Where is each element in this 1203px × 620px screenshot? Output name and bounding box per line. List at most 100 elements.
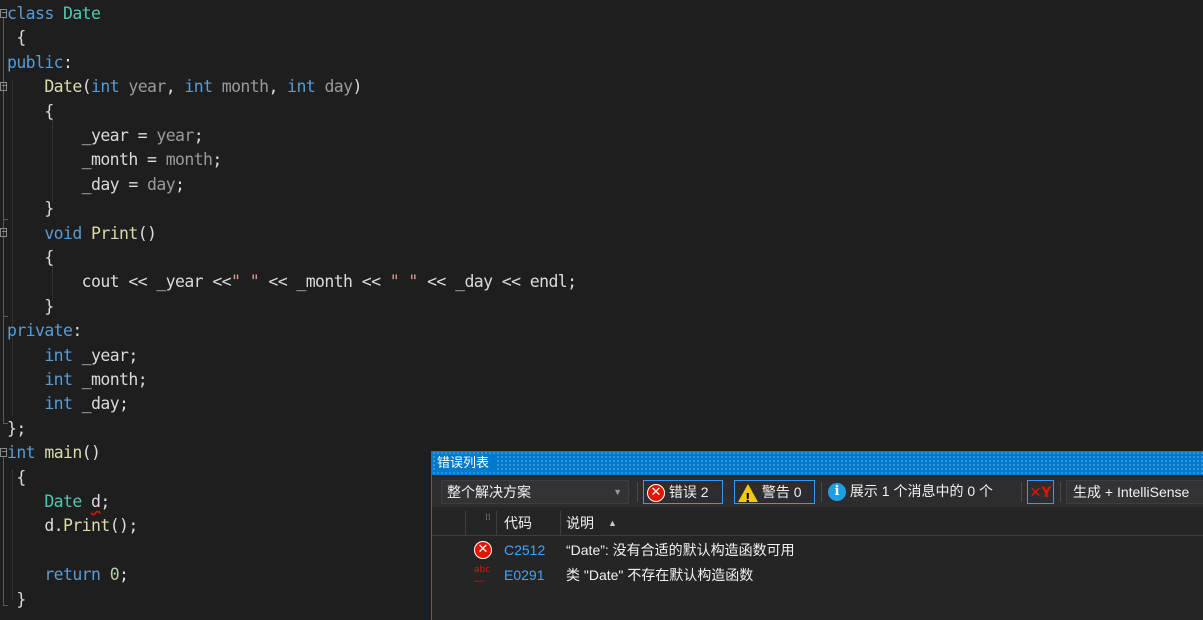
code-line[interactable]: }; — [7, 417, 26, 441]
code-token: () — [81, 443, 101, 463]
intellisense-icon: abc ﹏ — [474, 565, 491, 584]
code-token: ; — [128, 345, 138, 365]
code-token: year — [128, 77, 166, 97]
code-token: int — [44, 370, 73, 389]
code-line[interactable]: _year = year; — [7, 124, 204, 148]
code-line[interactable]: { — [7, 26, 26, 50]
code-line[interactable]: Date d; — [7, 490, 110, 514]
error-list-row[interactable]: ✕ C2512 “Date”: 没有合适的默认构造函数可用 — [432, 538, 1203, 562]
column-header-description[interactable]: 说明 — [566, 511, 594, 535]
fold-toggle-icon[interactable]: − — [0, 228, 8, 237]
code-line[interactable]: int _year; — [7, 344, 138, 368]
code-token: { — [7, 28, 26, 48]
warnings-filter-label: 警告 0 — [761, 484, 802, 500]
column-separator — [465, 511, 466, 535]
code-token: , — [268, 77, 288, 97]
fold-toggle-icon[interactable]: − — [0, 9, 8, 18]
code-token: int — [44, 345, 73, 365]
toolbar-separator — [1060, 482, 1061, 502]
code-token: ; — [119, 565, 129, 585]
code-token: { — [7, 248, 54, 267]
code-line[interactable]: _month = month; — [7, 148, 223, 172]
toolbar-separator — [821, 482, 822, 502]
code-token: << — [203, 272, 232, 292]
error-list-row[interactable]: abc ﹏ E0291 类 "Date" 不存在默认构造函数 — [432, 563, 1203, 587]
errors-filter-label: 错误 2 — [668, 484, 709, 500]
code-line[interactable]: { — [7, 100, 54, 124]
scope-dropdown[interactable]: 整个解决方案 ▼ — [441, 480, 629, 504]
code-token: 0 — [109, 565, 120, 585]
code-line[interactable]: { — [7, 466, 26, 490]
code-token: _month — [296, 272, 353, 292]
error-icon: ✕ — [474, 541, 492, 559]
code-token: _day — [455, 272, 493, 292]
error-code-link[interactable]: E0291 — [504, 563, 544, 587]
code-token: class — [7, 4, 54, 23]
code-line[interactable]: _day = day; — [7, 173, 185, 197]
error-list-toolbar: 整个解决方案 ▼ ✕ 错误 2 ! 警告 0 i 展示 1 个消息中的 0 个 … — [432, 477, 1203, 507]
fold-toggle-icon[interactable]: − — [0, 448, 8, 457]
column-separator — [496, 511, 497, 535]
error-list-title-bar[interactable]: 错误列表 — [432, 451, 1203, 475]
code-line[interactable]: class Date — [7, 2, 101, 26]
code-line[interactable]: Date(int year, int month, int day) — [7, 75, 362, 99]
fold-line — [3, 18, 4, 423]
code-line[interactable]: return 0; — [7, 563, 129, 587]
code-line[interactable]: int _month; — [7, 368, 147, 392]
code-token: public — [7, 52, 64, 72]
code-token: year — [156, 126, 194, 145]
code-token: (); — [109, 516, 139, 536]
code-token: _day — [81, 174, 120, 194]
error-list-panel: 错误列表 整个解决方案 ▼ ✕ 错误 2 ! 警告 0 i 展示 1 个消息中的… — [431, 451, 1203, 620]
fold-toggle-icon[interactable]: − — [0, 82, 8, 91]
code-line[interactable]: void Print() — [7, 222, 157, 246]
error-description: “Date”: 没有合适的默认构造函数可用 — [566, 542, 795, 558]
column-header-code[interactable]: 代码 — [504, 511, 532, 535]
code-token: main — [44, 443, 82, 463]
code-token: day — [324, 77, 353, 97]
build-source-dropdown[interactable]: 生成 + IntelliSense — [1066, 480, 1203, 504]
code-token: Date — [44, 77, 82, 97]
warnings-filter-button[interactable]: ! 警告 0 — [734, 480, 815, 505]
errors-filter-button[interactable]: ✕ 错误 2 — [643, 480, 723, 504]
code-line[interactable]: int _day; — [7, 392, 129, 416]
code-token: }; — [7, 418, 26, 438]
code-token: : — [72, 321, 82, 341]
error-description: 类 "Date" 不存在默认构造函数 — [566, 567, 754, 583]
code-token: { — [7, 467, 26, 487]
code-token: () — [137, 223, 157, 243]
code-line[interactable]: private: — [7, 319, 82, 343]
code-line[interactable]: } — [7, 295, 54, 319]
error-code-link[interactable]: C2512 — [504, 538, 545, 562]
code-line[interactable]: } — [7, 588, 26, 612]
code-line[interactable]: } — [7, 197, 54, 221]
code-line[interactable]: d.Print(); — [7, 514, 138, 538]
messages-filter-label: 展示 1 个消息中的 0 个 — [849, 483, 994, 499]
filter-toggle-button[interactable]: ✕Y — [1027, 480, 1054, 504]
code-line[interactable]: public: — [7, 51, 73, 75]
code-token: : — [63, 52, 73, 72]
code-token: Date — [63, 4, 101, 23]
column-menu-icon[interactable]: ⁝⁝ — [485, 505, 491, 529]
messages-filter-button[interactable]: i 展示 1 个消息中的 0 个 — [827, 480, 1015, 504]
code-token: private — [7, 321, 73, 341]
code-token: = — [128, 126, 157, 145]
code-line[interactable]: cout << _year <<" " << _month << " " << … — [7, 270, 577, 294]
code-token: month — [221, 77, 269, 97]
filter-icon: ✕Y — [1029, 485, 1052, 501]
code-line[interactable]: int main() — [7, 441, 101, 465]
code-line[interactable]: { — [7, 246, 54, 270]
code-token: ; — [100, 492, 110, 511]
